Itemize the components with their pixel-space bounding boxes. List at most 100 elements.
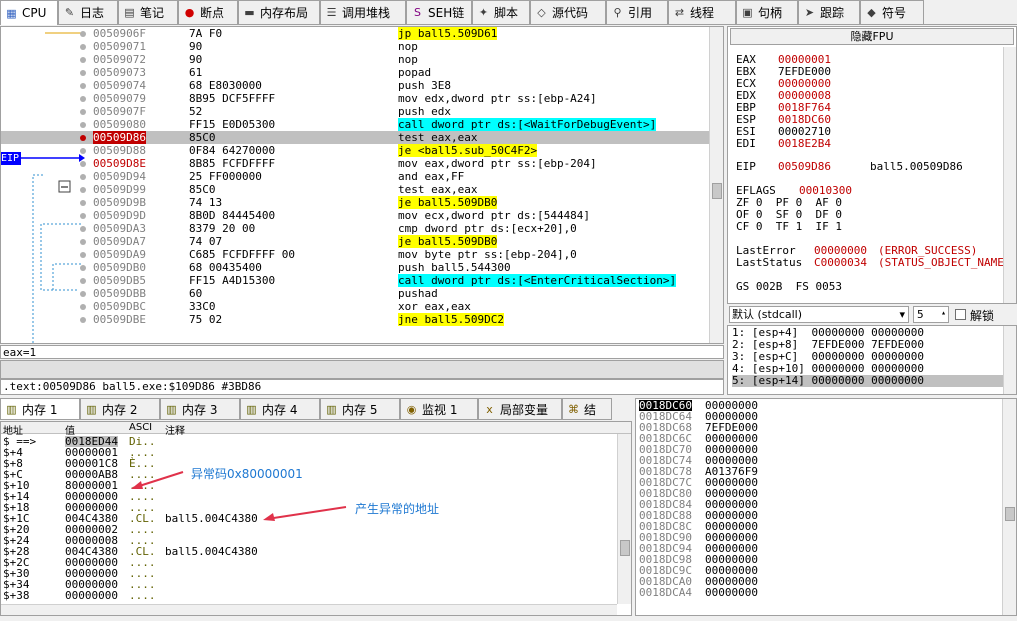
registers-panel[interactable]: 隐藏FPU EAX 00000001 EBX 7EFDE000 ECX 00000000 E… <box>727 26 1017 304</box>
disasm-row[interactable]: 00509DB5 FF15 A4D15300 call dword ptr ds:[… <box>1 274 723 287</box>
disasm-row[interactable]: 00509072 90 nop <box>1 53 723 66</box>
tab-log[interactable]: ✎ 日志 <box>58 0 118 24</box>
disasm-row[interactable]: 00509D8E 8B85 FCFDFFFF mov eax,dword ptr s… <box>1 157 723 170</box>
argument-row[interactable]: 5: [esp+14] 00000000 00000000 <box>732 375 1004 387</box>
disasm-row[interactable]: 00509DBB 60 pushad <box>1 287 723 300</box>
disasm-row[interactable]: 00509DBC 33C0 xor eax,eax <box>1 300 723 313</box>
arg-count-spinner[interactable]: 5 ▴▾ <box>913 306 949 332</box>
tab-breakpoint[interactable]: ● 断点 <box>178 0 238 24</box>
breakpoint-dot-icon[interactable] <box>80 278 86 284</box>
handles-icon: ▣ <box>742 6 753 19</box>
breakpoint-dot-icon[interactable] <box>80 83 86 89</box>
breakpoint-dot-icon[interactable] <box>80 304 86 310</box>
dump-tab-label: 内存 5 <box>342 402 378 417</box>
breakpoint-dot-icon[interactable] <box>80 265 86 271</box>
disasm-row[interactable]: 00509080 FF15 E0D05300 call dword ptr ds:[… <box>1 118 723 131</box>
disasm-row[interactable]: 00509D88 0F84 64270000 je <ball5.sub_50C4F… <box>1 144 723 157</box>
unlock-checkbox[interactable] <box>955 309 966 320</box>
breakpoint-dot-icon[interactable] <box>80 31 86 37</box>
disasm-bytes: 8B85 FCFDFFFF <box>189 157 276 170</box>
stack-panel[interactable]: 0018DC60 00000000 0018DC64 00000000 0018DC68… <box>635 398 1017 616</box>
eip-value[interactable]: 00509D86 <box>778 161 831 173</box>
hide-fpu-button[interactable]: 隐藏FPU <box>730 28 1014 45</box>
breakpoint-dot-icon[interactable] <box>80 44 86 50</box>
disassembly-view[interactable]: 0050906F 7A F0 jp ball5.509D61 00509071 90 no… <box>0 26 724 344</box>
trace-icon: ➤ <box>804 6 815 19</box>
disasm-row[interactable]: 00509D86 85C0 test eax,eax <box>1 131 723 144</box>
disasm-address: 00509DA9 <box>93 248 146 261</box>
tab-callstack[interactable]: ☰ 调用堆栈 <box>320 0 406 24</box>
stack-row[interactable]: 0018DCA4 00000000 <box>636 587 1000 598</box>
breakpoint-dot-icon[interactable] <box>80 161 86 167</box>
breakpoint-dot-icon[interactable] <box>80 135 86 141</box>
tab-notes[interactable]: ▤ 笔记 <box>118 0 178 24</box>
disasm-address: 00509074 <box>93 79 146 92</box>
dump-panel[interactable]: 地址 值 ASCI 注释 $ ==> 0018ED44 Di.. $+4 0000000… <box>0 421 632 616</box>
breakpoint-dot-icon[interactable] <box>80 96 86 102</box>
breakpoint-dot-icon[interactable] <box>80 174 86 180</box>
tab-memory-map[interactable]: ▬ 内存布局 <box>238 0 320 24</box>
breakpoint-dot-icon[interactable] <box>80 291 86 297</box>
tab-label: 引用 <box>628 6 653 20</box>
arguments-panel[interactable]: 1: [esp+4] 00000000 00000000 2: [esp+8] 7… <box>727 325 1017 395</box>
tab-symbols[interactable]: ◆ 符号 <box>860 0 924 24</box>
dump-tab-2[interactable]: ▥ 内存 2 <box>80 398 160 420</box>
breakpoint-dot-icon[interactable] <box>80 148 86 154</box>
tab-label: 线程 <box>690 6 715 20</box>
breakpoint-dot-icon[interactable] <box>80 317 86 323</box>
disasm-row[interactable]: 00509D9B 74 13 je ball5.509DB0 <box>1 196 723 209</box>
disasm-row[interactable]: 00509DBE 75 02 jne ball5.509DC2 <box>1 313 723 326</box>
disasm-address: 00509D88 <box>93 144 146 157</box>
dump-tab-6[interactable]: ◉ 监视 1 <box>400 398 478 420</box>
disasm-row[interactable]: 00509D99 85C0 test eax,eax <box>1 183 723 196</box>
tab-cpu[interactable]: ▦ CPU <box>0 0 58 25</box>
tab-references[interactable]: ⚲ 引用 <box>606 0 668 24</box>
tab-trace[interactable]: ➤ 跟踪 <box>798 0 860 24</box>
tab-source[interactable]: ◇ 源代码 <box>530 0 606 24</box>
breakpoint-dot-icon[interactable] <box>80 252 86 258</box>
dump-tab-5[interactable]: ▥ 内存 5 <box>320 398 400 420</box>
dump-tab-1[interactable]: ▥ 内存 1 <box>0 398 80 420</box>
disasm-row[interactable]: 00509073 61 popad <box>1 66 723 79</box>
dump-tab-4[interactable]: ▥ 内存 4 <box>240 398 320 420</box>
breakpoint-dot-icon[interactable] <box>80 109 86 115</box>
dump-hscrollbar[interactable] <box>1 604 617 615</box>
dump-tab-3[interactable]: ▥ 内存 3 <box>160 398 240 420</box>
dump-tab-7[interactable]: x 局部变量 <box>478 398 562 420</box>
disassembly-scrollbar[interactable] <box>709 27 723 343</box>
tab-handles[interactable]: ▣ 句柄 <box>736 0 798 24</box>
dump-tab-8[interactable]: ⌘ 结 <box>562 398 612 420</box>
disasm-row[interactable]: 00509079 8B95 DCF5FFFF mov edx,dword ptr s… <box>1 92 723 105</box>
breakpoint-dot-icon[interactable] <box>80 122 86 128</box>
tab-script[interactable]: ✦ 脚本 <box>472 0 530 24</box>
disasm-row[interactable]: 00509071 90 nop <box>1 40 723 53</box>
breakpoint-dot-icon[interactable] <box>80 200 86 206</box>
disasm-row[interactable]: 00509DB0 68 00435400 push ball5.544300 <box>1 261 723 274</box>
breakpoint-dot-icon[interactable] <box>80 239 86 245</box>
dump-scrollbar[interactable] <box>617 434 631 604</box>
disasm-address: 0050906F <box>93 27 146 40</box>
disasm-row[interactable]: 00509D94 25 FF000000 and eax,FF <box>1 170 723 183</box>
tab-threads[interactable]: ⇄ 线程 <box>668 0 736 24</box>
disasm-instruction: push ball5.544300 <box>398 261 511 274</box>
breakpoint-dot-icon[interactable] <box>80 187 86 193</box>
disasm-row[interactable]: 00509D9D 8B0D 84445400 mov ecx,dword ptr d… <box>1 209 723 222</box>
breakpoint-dot-icon[interactable] <box>80 226 86 232</box>
register-value[interactable]: 0018E2B4 <box>778 138 831 150</box>
disasm-instruction: mov byte ptr ss:[ebp-204],0 <box>398 248 577 261</box>
tab-seh[interactable]: S SEH链 <box>406 0 472 24</box>
disasm-row[interactable]: 00509DA7 74 07 je ball5.509DB0 <box>1 235 723 248</box>
disasm-bytes: 75 02 <box>189 313 223 326</box>
breakpoint-dot-icon[interactable] <box>80 70 86 76</box>
arguments-scrollbar[interactable] <box>1003 326 1016 394</box>
stack-scrollbar[interactable] <box>1002 399 1016 615</box>
breakpoint-dot-icon[interactable] <box>80 213 86 219</box>
disasm-row[interactable]: 00509DA9 C685 FCFDFFFF 00 mov byte ptr ss:… <box>1 248 723 261</box>
disasm-row[interactable]: 00509074 68 E8030000 push 3E8 <box>1 79 723 92</box>
registers-scrollbar[interactable] <box>1003 47 1016 303</box>
disasm-row[interactable]: 0050906F 7A F0 jp ball5.509D61 <box>1 27 723 40</box>
disasm-row[interactable]: 0050907F 52 push edx <box>1 105 723 118</box>
calling-convention-select[interactable]: 默认 (stdcall) ▾ <box>729 306 909 323</box>
disasm-row[interactable]: 00509DA3 8379 20 00 cmp dword ptr ds:[ecx+… <box>1 222 723 235</box>
breakpoint-dot-icon[interactable] <box>80 57 86 63</box>
